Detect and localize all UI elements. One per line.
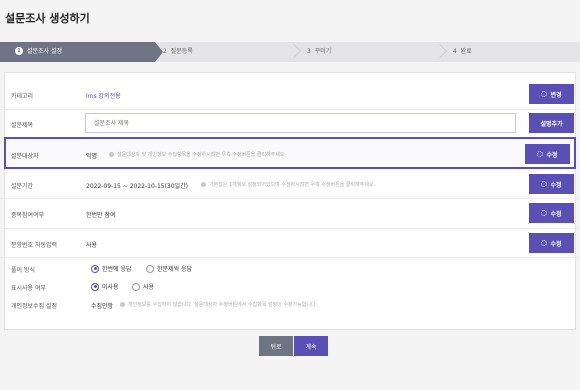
radio-unused[interactable]: 미사용: [91, 282, 119, 291]
step-label: 설문조사 설정: [27, 48, 63, 55]
privacy-hint: 개인정보를 수집하지 않습니다. 설문대상자 수정버튼에서 수집항목 설정이 수…: [120, 301, 317, 308]
chevron-right-icon: [432, 43, 448, 59]
category-change-button[interactable]: 변경: [529, 84, 574, 104]
radio-selected-icon: [91, 282, 99, 291]
button-label: 수정: [550, 182, 562, 189]
radio-selected-icon: [91, 264, 99, 273]
hint-text: 기본값은 1개월로 설정되어있으며 수정하시려면 우측 수정버튼을 클릭해주세요…: [209, 182, 376, 188]
button-label: 수정: [546, 152, 558, 159]
gear-icon: [537, 151, 544, 157]
divider: [0, 109, 580, 110]
period-value: 2022-09-15 ~ 2022-10-15(30일간): [86, 183, 188, 190]
back-button[interactable]: 뒤로: [259, 336, 293, 356]
target-value: 익명: [86, 153, 98, 160]
step-1: 1 설문조사 설정: [0, 42, 163, 62]
auto-number-label: 문항번호 자동입력: [11, 242, 58, 249]
hint-text: 설문대상자 및 개인정보 수집항목을 수정하시려면 우측 수정버튼을 클릭해주세…: [117, 152, 287, 158]
divider: [0, 228, 580, 229]
target-hint: 설문대상자 및 개인정보 수집항목을 수정하시려면 우측 수정버튼을 클릭해주세…: [109, 151, 286, 158]
divider: [0, 198, 580, 199]
category-label: 카테고리: [11, 93, 34, 100]
button-label: 변경: [550, 92, 562, 99]
continue-button[interactable]: 계속: [294, 336, 328, 356]
target-label: 설문대상자: [11, 153, 39, 160]
radio-one-by-one[interactable]: 한문제씩 응답: [146, 264, 192, 273]
radio-label: 미사용: [102, 284, 119, 291]
period-edit-button[interactable]: 수정: [529, 174, 574, 194]
privacy-value: 수집안함: [91, 303, 114, 310]
radio-label: 한번에 응답: [102, 266, 132, 273]
info-icon: [109, 152, 114, 157]
radio-icon: [132, 282, 140, 291]
step-number: 4: [453, 48, 457, 55]
radio-icon: [146, 264, 154, 273]
chevron-right-icon: [286, 43, 302, 59]
add-description-button[interactable]: 설명추가: [529, 113, 574, 133]
duplicate-edit-button[interactable]: 수정: [529, 203, 574, 223]
step-2: 2 질문등록: [163, 42, 193, 62]
radio-used[interactable]: 사용: [132, 282, 154, 291]
step-number: 2: [163, 48, 167, 55]
gear-icon: [541, 210, 548, 216]
step-number: 1: [15, 47, 23, 55]
gear-icon: [541, 181, 548, 187]
period-hint: 기본값은 1개월로 설정되어있으며 수정하시려면 우측 수정버튼을 클릭해주세요…: [201, 181, 375, 188]
category-value: lms 강의전용: [86, 93, 121, 100]
step-number: 3: [307, 48, 311, 55]
gear-icon: [541, 91, 548, 97]
hint-text: 개인정보를 수집하지 않습니다. 설문대상자 수정버튼에서 수집항목 설정이 수…: [128, 302, 318, 308]
step-label: 완료: [460, 48, 472, 55]
button-label: 수정: [550, 211, 562, 218]
step-label: 질문등록: [170, 48, 193, 55]
privacy-label: 개인정보수집 설정: [11, 303, 58, 310]
title-input[interactable]: [85, 113, 516, 133]
duplicate-value: 한번만 참여: [86, 212, 116, 219]
gear-icon: [541, 240, 548, 246]
info-icon: [201, 182, 206, 187]
settings-form: [4, 72, 576, 330]
info-icon: [120, 302, 125, 307]
period-label: 설문기간: [11, 183, 34, 190]
target-edit-button[interactable]: 수정: [525, 144, 570, 164]
radio-label: 한문제씩 응답: [157, 266, 193, 273]
page-title: 설문조사 생성하기: [5, 12, 90, 25]
display-mode-label: 풀이 방식: [11, 267, 35, 274]
step-label: 꾸미기: [314, 48, 332, 55]
title-label: 설문제목: [11, 122, 34, 129]
radio-all-at-once[interactable]: 한번에 응답: [91, 264, 132, 273]
display-use-label: 표시사용 여부: [11, 285, 47, 292]
step-bar: 1 설문조사 설정 2 질문등록 3 꾸미기 4 완료: [0, 42, 580, 62]
step-4: 4 완료: [453, 42, 472, 62]
step-3: 3 꾸미기: [307, 42, 331, 62]
button-label: 설명추가: [540, 121, 563, 128]
button-label: 수정: [550, 241, 562, 248]
duplicate-label: 중복참여여부: [11, 212, 45, 219]
divider: [0, 257, 580, 258]
auto-number-value: 사용: [86, 242, 98, 249]
auto-number-edit-button[interactable]: 수정: [529, 233, 574, 253]
radio-label: 사용: [143, 284, 155, 291]
